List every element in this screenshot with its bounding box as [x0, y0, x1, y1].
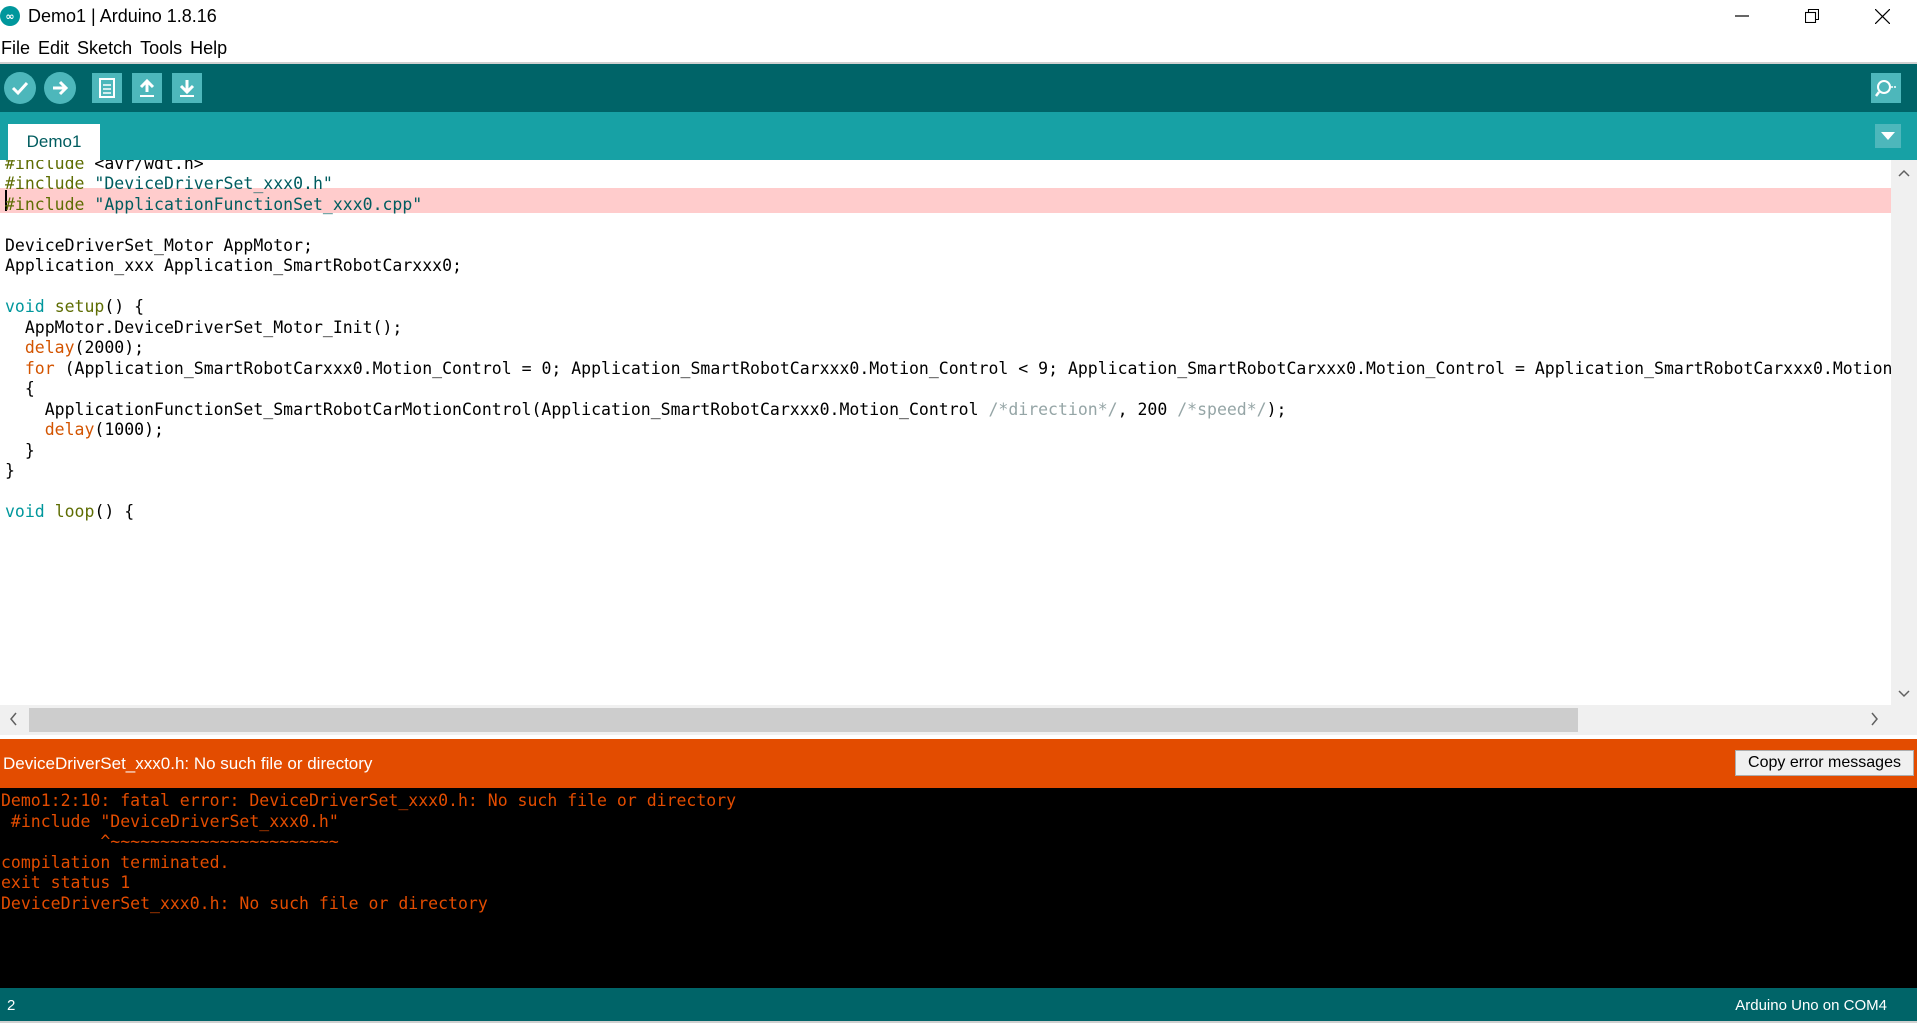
vertical-scrollbar[interactable]	[1891, 160, 1917, 705]
horizontal-scrollbar[interactable]	[0, 705, 1891, 735]
code-line: for (Application_SmartRobotCarxxx0.Motio…	[5, 356, 1891, 381]
code-token: (Application_SmartRobotCarxxx0.Motion_Co…	[54, 358, 1891, 378]
menu-bar: File Edit Sketch Tools Help	[0, 36, 235, 60]
verify-button[interactable]	[4, 72, 36, 104]
restore-icon	[1805, 9, 1819, 23]
scroll-left-icon[interactable]	[9, 712, 23, 728]
code-token: , 200	[1117, 399, 1178, 419]
minimize-button[interactable]	[1707, 0, 1777, 32]
toolbar	[0, 64, 1917, 112]
close-icon	[1874, 8, 1890, 24]
code-token: /*direction*/	[988, 399, 1118, 419]
code-token: for	[24, 358, 55, 378]
code-token: delay	[44, 420, 95, 439]
code-line: #include "ApplicationFunctionSet_xxx0.cp…	[5, 192, 422, 217]
tab-demo1[interactable]: Demo1	[8, 124, 100, 160]
code-line: Application_xxx Application_SmartRobotCa…	[5, 253, 462, 278]
code-token: ApplicationFunctionSet_SmartRobotCarMoti…	[5, 399, 989, 419]
error-bar: DeviceDriverSet_xxx0.h: No such file or …	[0, 739, 1917, 788]
code-token: DeviceDriverSet_Motor AppMotor;	[5, 235, 313, 255]
minimize-icon	[1735, 15, 1749, 17]
code-line: }	[5, 458, 15, 483]
scroll-right-icon[interactable]	[1871, 712, 1885, 728]
save-button[interactable]	[172, 73, 202, 103]
menu-tools[interactable]: Tools	[140, 38, 186, 59]
new-file-icon	[99, 78, 115, 98]
new-sketch-button[interactable]	[92, 73, 122, 103]
code-token: /*speed*/	[1177, 399, 1267, 419]
menu-sketch[interactable]: Sketch	[77, 38, 136, 59]
code-token: (1000);	[94, 420, 164, 439]
code-token: }	[5, 440, 35, 460]
board-port-info: Arduino Uno on COM4	[1735, 997, 1887, 1014]
line-number: 2	[7, 997, 16, 1014]
code-token: "ApplicationFunctionSet_xxx0.cpp"	[94, 194, 423, 214]
console-line: DeviceDriverSet_xxx0.h: No such file or …	[1, 893, 488, 913]
arrow-up-icon	[139, 78, 155, 97]
code-token: #include	[5, 174, 85, 193]
code-token: {	[5, 379, 35, 398]
code-line: ApplicationFunctionSet_SmartRobotCarMoti…	[5, 397, 1287, 422]
code-token: AppMotor.DeviceDriverSet_Motor_Init();	[5, 317, 403, 337]
code-token: );	[1266, 399, 1287, 419]
title-bar: ∞ Demo1 | Arduino 1.8.16	[0, 0, 1917, 32]
scroll-down-icon[interactable]	[1898, 687, 1910, 699]
magnifier-icon	[1875, 80, 1896, 97]
restore-button[interactable]	[1777, 0, 1847, 32]
menu-help[interactable]: Help	[190, 38, 231, 59]
console-output[interactable]: Demo1:2:10: fatal error: DeviceDriverSet…	[0, 788, 1917, 988]
menu-edit[interactable]: Edit	[38, 38, 73, 59]
horizontal-scroll-thumb[interactable]	[29, 708, 1578, 732]
open-button[interactable]	[132, 73, 162, 103]
code-token: setup	[54, 297, 105, 316]
scroll-corner	[1891, 705, 1917, 735]
tab-menu-button[interactable]	[1875, 124, 1901, 148]
menu-file[interactable]: File	[0, 38, 34, 59]
error-message: DeviceDriverSet_xxx0.h: No such file or …	[3, 754, 373, 773]
status-bar: 2 Arduino Uno on COM4	[0, 988, 1917, 1021]
serial-monitor-button[interactable]	[1871, 73, 1901, 103]
code-token: () {	[94, 502, 135, 521]
window-controls	[1707, 0, 1917, 32]
code-token: void	[5, 297, 45, 316]
code-token: "DeviceDriverSet_xxx0.h"	[94, 174, 333, 193]
arrow-down-icon	[179, 80, 195, 97]
code-token: (2000);	[74, 338, 145, 357]
copy-error-messages-button[interactable]: Copy error messages	[1735, 750, 1914, 776]
scroll-up-icon[interactable]	[1898, 166, 1910, 178]
tab-strip: Demo1	[0, 112, 1917, 160]
chevron-down-icon	[1881, 132, 1895, 140]
code-token: Application_xxx Application_SmartRobotCa…	[5, 256, 462, 275]
close-button[interactable]	[1847, 0, 1917, 32]
code-token: void	[5, 502, 45, 521]
code-token: delay	[24, 338, 75, 357]
code-token: }	[5, 461, 15, 480]
checkmark-icon	[11, 81, 29, 96]
arduino-logo-icon: ∞	[0, 6, 20, 26]
code-token: () {	[104, 297, 145, 316]
code-token: loop	[54, 502, 95, 521]
code-editor[interactable]: #include <avr/wdt.h> #include "DeviceDriv…	[0, 160, 1891, 705]
upload-button[interactable]	[44, 72, 76, 104]
window-title: Demo1 | Arduino 1.8.16	[28, 5, 217, 26]
arrow-right-icon	[53, 80, 69, 96]
code-line: void loop() {	[5, 499, 134, 524]
code-token: #include	[5, 194, 85, 214]
